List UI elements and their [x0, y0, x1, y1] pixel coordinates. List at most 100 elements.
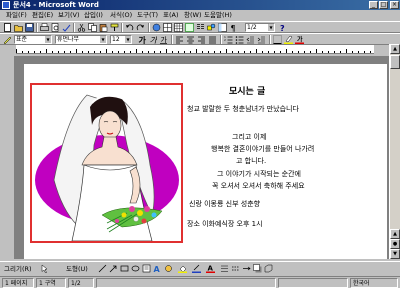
- highlight-icon[interactable]: [284, 35, 293, 44]
- insert-excel-icon[interactable]: [185, 23, 194, 32]
- copy-icon[interactable]: [88, 23, 97, 32]
- chevron-down-icon[interactable]: ▼: [100, 36, 106, 43]
- arrow-icon[interactable]: [109, 264, 118, 273]
- redo-icon[interactable]: [136, 23, 145, 32]
- spelling-icon[interactable]: [62, 23, 71, 32]
- menu-table[interactable]: 표(A): [163, 10, 179, 21]
- underline-icon[interactable]: 가: [159, 35, 168, 44]
- ruler-tick: [64, 51, 65, 53]
- wordart-icon[interactable]: A: [153, 264, 162, 273]
- font-value: 휴먼나무: [57, 36, 80, 43]
- previous-page-icon[interactable]: ▲: [390, 229, 400, 239]
- status-page: 1 페이지: [2, 278, 34, 288]
- tables-borders-icon[interactable]: [163, 23, 172, 32]
- ruler-tick: [154, 51, 155, 53]
- increase-indent-icon[interactable]: [257, 35, 266, 44]
- bride-picture[interactable]: [30, 83, 183, 243]
- scroll-thumb[interactable]: [390, 55, 400, 69]
- format-painter-icon[interactable]: [110, 23, 119, 32]
- doc-line: 장소 이화예식장 오후 1시: [187, 220, 263, 228]
- arrow-style-icon[interactable]: [242, 264, 251, 273]
- insert-table-icon[interactable]: [174, 23, 183, 32]
- save-icon[interactable]: [25, 23, 34, 32]
- bold-icon[interactable]: 가: [137, 35, 147, 44]
- draw-menu[interactable]: 그리기(R): [4, 264, 32, 274]
- formatting-toolbar: 표준 ▼ 휴먼나무 ▼ 12 ▼ 가 가 가 12 가: [0, 33, 400, 45]
- autoshapes-menu[interactable]: 도형(U): [66, 264, 88, 274]
- align-center-icon[interactable]: [186, 35, 195, 44]
- decrease-indent-icon[interactable]: [246, 35, 255, 44]
- 3d-icon[interactable]: [264, 264, 273, 273]
- document-map-icon[interactable]: [218, 23, 227, 32]
- font-size-combo[interactable]: 12 ▼: [110, 35, 132, 44]
- doc-line: 행복한 결혼이야기를 만들어 나가려: [211, 145, 315, 153]
- show-hide-icon[interactable]: ¶: [229, 23, 238, 32]
- menu-window[interactable]: 창(W): [184, 10, 201, 21]
- new-document-icon[interactable]: [3, 23, 12, 32]
- ruler-tick: [112, 51, 113, 53]
- undo-icon[interactable]: [125, 23, 134, 32]
- zoom-combo[interactable]: 1/2 ▼: [245, 23, 275, 32]
- menu-insert[interactable]: 삽입(I): [84, 10, 103, 21]
- next-page-icon[interactable]: ▼: [390, 249, 400, 259]
- oval-icon[interactable]: [131, 264, 140, 273]
- menu-format[interactable]: 서식(O): [110, 10, 132, 21]
- ruler-tick: [160, 51, 161, 53]
- menu-view[interactable]: 보기(V): [58, 10, 79, 21]
- line-icon[interactable]: [98, 264, 107, 273]
- select-browse-object-icon[interactable]: ●: [390, 239, 400, 249]
- open-folder-icon[interactable]: [14, 23, 23, 32]
- italic-icon[interactable]: 가: [148, 35, 158, 44]
- vertical-scrollbar[interactable]: ▲ ▲ ● ▼: [389, 44, 400, 259]
- dash-style-icon[interactable]: [231, 264, 240, 273]
- bullets-icon[interactable]: [235, 35, 244, 44]
- align-right-icon[interactable]: [197, 35, 206, 44]
- menu-file[interactable]: 파일(F): [6, 10, 27, 21]
- cut-icon[interactable]: [77, 23, 86, 32]
- minimize-button[interactable]: _: [369, 1, 378, 9]
- line-color-icon[interactable]: [192, 264, 201, 273]
- chevron-down-icon[interactable]: ▼: [45, 36, 51, 43]
- maximize-button[interactable]: □: [379, 1, 388, 9]
- svg-text:가: 가: [161, 35, 168, 44]
- justify-icon[interactable]: [208, 35, 217, 44]
- help-icon[interactable]: ?: [278, 23, 287, 32]
- scroll-up-icon[interactable]: ▲: [390, 44, 400, 54]
- ruler-tick: [292, 51, 293, 53]
- chevron-down-icon[interactable]: ▼: [268, 24, 274, 31]
- menu-tools[interactable]: 도구(T): [137, 10, 158, 21]
- svg-text:가: 가: [297, 36, 303, 44]
- select-objects-icon[interactable]: [40, 264, 49, 273]
- status-bar: 1 페이지 1 구역 1/2 한국어: [0, 276, 400, 288]
- drawing-icon[interactable]: [207, 23, 216, 32]
- font-color-icon[interactable]: 가: [295, 35, 304, 44]
- menu-edit[interactable]: 편집(E): [32, 10, 53, 21]
- border-icon[interactable]: [273, 35, 282, 44]
- align-left-icon[interactable]: [175, 35, 184, 44]
- print-preview-icon[interactable]: [51, 23, 60, 32]
- close-button[interactable]: ×: [390, 1, 399, 9]
- paste-icon[interactable]: [99, 23, 108, 32]
- columns-icon[interactable]: [196, 23, 205, 32]
- clipart-icon[interactable]: [164, 264, 173, 273]
- status-position: [96, 278, 276, 288]
- ruler-tick: [268, 51, 269, 53]
- text-box-icon[interactable]: [142, 264, 151, 273]
- rectangle-icon[interactable]: [120, 264, 129, 273]
- print-icon[interactable]: [40, 23, 49, 32]
- numbering-icon[interactable]: 12: [224, 35, 233, 44]
- style-pen-icon[interactable]: [3, 35, 12, 44]
- draw-font-color-icon[interactable]: A: [206, 264, 215, 273]
- horizontal-ruler[interactable]: [16, 45, 374, 54]
- chevron-down-icon[interactable]: ▼: [125, 36, 131, 43]
- shadow-icon[interactable]: [253, 264, 262, 273]
- ruler-tick: [358, 51, 359, 53]
- fill-color-icon[interactable]: [178, 264, 187, 273]
- style-combo[interactable]: 표준 ▼: [14, 35, 52, 44]
- ruler-tick: [250, 51, 251, 53]
- word-app-icon[interactable]: [2, 1, 10, 9]
- menu-help[interactable]: 도움말(H): [204, 10, 232, 21]
- font-combo[interactable]: 휴먼나무 ▼: [55, 35, 107, 44]
- line-style-icon[interactable]: [220, 264, 229, 273]
- hyperlink-icon[interactable]: [152, 23, 161, 32]
